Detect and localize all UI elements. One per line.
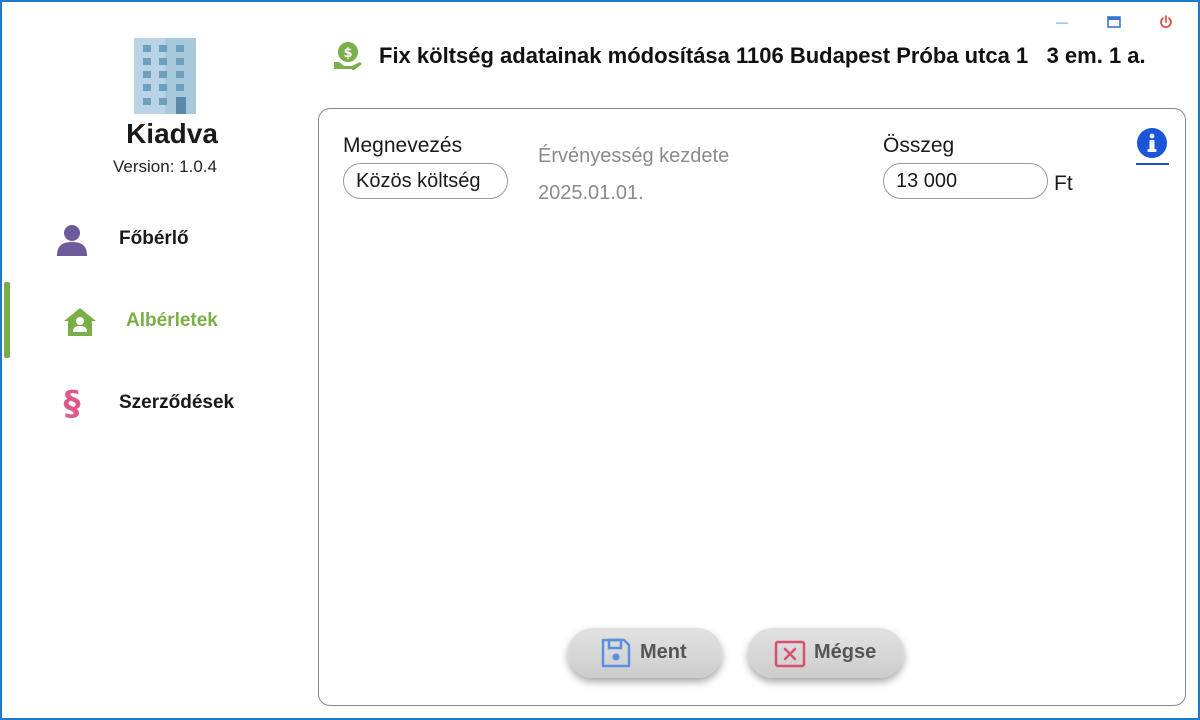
page-title: Fix költség adatainak módosítása 1106 Bu… — [379, 43, 1146, 68]
floppy-disk-icon — [601, 638, 631, 668]
minimize-icon: — — [1056, 15, 1068, 29]
sidebar-item-szerzodesek[interactable]: § Szerződések — [2, 372, 302, 432]
app-name: Kiadva — [126, 118, 218, 149]
amount-input[interactable] — [883, 163, 1048, 199]
maximize-icon — [1107, 16, 1121, 28]
sidebar-item-label: Szerződések — [119, 392, 235, 413]
app-window: — Kiadva Version: 1.0.4 Főbérlő Albérlet… — [0, 0, 1200, 720]
close-box-icon — [774, 640, 806, 668]
validity-value: 2025.01.01. — [538, 182, 644, 204]
cancel-button[interactable]: Mégse — [748, 628, 904, 678]
sidebar-item-foberlo[interactable]: Főbérlő — [2, 208, 302, 268]
sidebar-item-label: Albérletek — [126, 310, 218, 331]
house-person-icon — [62, 304, 98, 340]
save-button[interactable]: Ment — [568, 628, 722, 678]
info-icon — [1137, 128, 1167, 158]
amount-label: Összeg — [883, 134, 955, 157]
amount-unit: Ft — [1054, 172, 1073, 195]
name-input[interactable] — [343, 163, 508, 199]
paragraph-icon: § — [63, 384, 81, 424]
svg-text:$: $ — [343, 46, 352, 61]
sidebar-item-label: Főbérlő — [119, 228, 189, 249]
cancel-button-label: Mégse — [814, 641, 877, 663]
info-button[interactable] — [1136, 127, 1169, 165]
person-icon — [54, 222, 90, 258]
save-button-label: Ment — [640, 641, 687, 663]
power-icon — [1160, 15, 1172, 28]
sidebar-item-alberletek[interactable]: Albérletek — [2, 290, 302, 350]
name-label: Megnevezés — [343, 134, 463, 157]
maximize-button[interactable] — [1100, 10, 1128, 34]
validity-label: Érvényesség kezdete — [538, 145, 730, 167]
minimize-button[interactable]: — — [1048, 10, 1076, 34]
app-version: Version: 1.0.4 — [113, 157, 217, 176]
info-underline — [1136, 163, 1169, 165]
building-logo-icon — [130, 36, 198, 116]
money-hand-icon: $ — [332, 40, 364, 72]
close-button[interactable] — [1152, 10, 1180, 34]
